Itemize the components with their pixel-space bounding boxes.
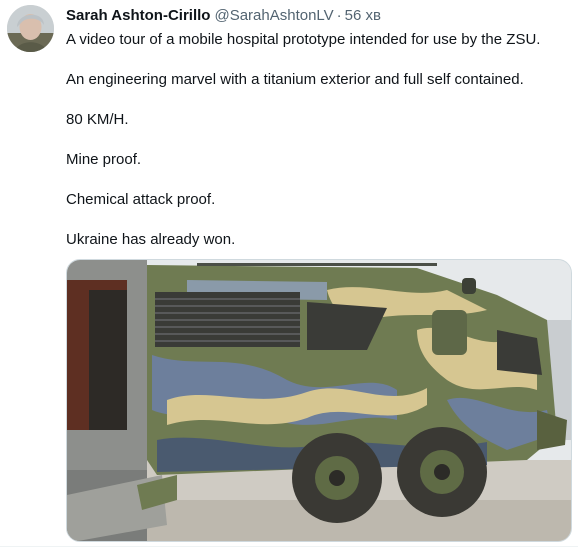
separator-dot: · — [336, 7, 342, 24]
tweet-media-image[interactable] — [66, 259, 572, 542]
tweet-timestamp[interactable]: 56 хв — [345, 7, 381, 24]
tweet-paragraph: 80 KM/H. — [66, 111, 129, 128]
tweet-paragraph: Ukraine has already won. — [66, 231, 236, 248]
tweet-card[interactable]: Sarah Ashton-Cirillo @SarahAshtonLV · 56 хв… — [0, 0, 578, 547]
tweet-paragraph: Mine proof. — [66, 151, 142, 168]
tweet-header: Sarah Ashton-Cirillo @SarahAshtonLV · 56 хв — [66, 7, 381, 25]
tweet-paragraph: An engineering marvel with a titanium ex… — [66, 71, 524, 88]
author-handle[interactable]: @SarahAshtonLV — [214, 7, 333, 24]
tweet-paragraph: A video tour of a mobile hospital protot… — [66, 31, 541, 48]
tweet-paragraph: Chemical attack proof. — [66, 191, 216, 208]
author-name[interactable]: Sarah Ashton-Cirillo — [66, 7, 210, 24]
avatar[interactable] — [7, 5, 54, 52]
tweet-text: A video tour of a mobile hospital protot… — [66, 30, 566, 270]
